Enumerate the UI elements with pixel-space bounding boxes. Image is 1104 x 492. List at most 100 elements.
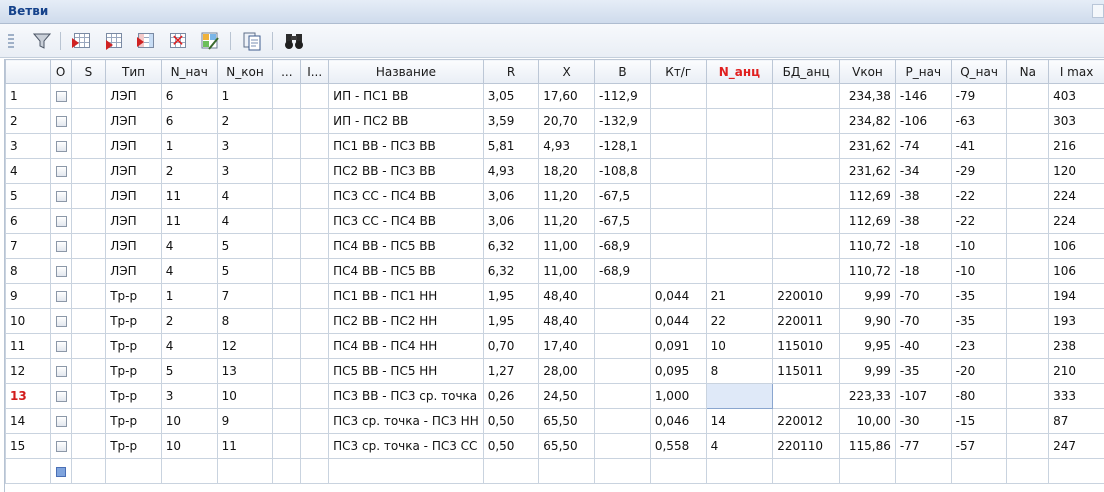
cell-na[interactable] — [1006, 308, 1050, 334]
cell-b[interactable] — [594, 383, 651, 409]
cell-i[interactable] — [300, 208, 330, 234]
cell-r[interactable]: 5,81 — [482, 133, 540, 159]
table-row[interactable]: 2 ЛЭП 6 2 ИП - ПС2 ВВ 3,59 20,70 -132,9 234,82 -1… — [5, 108, 1104, 134]
row-number[interactable]: 4 — [5, 158, 51, 184]
cell-ellipsis[interactable] — [272, 108, 302, 134]
checkbox[interactable] — [55, 416, 67, 427]
new-row-cell[interactable] — [300, 458, 330, 484]
cell-x[interactable]: 20,70 — [538, 108, 596, 134]
row-checkbox-o[interactable] — [49, 208, 72, 234]
cell-x[interactable]: 18,20 — [538, 158, 596, 184]
cell-s[interactable] — [70, 433, 107, 459]
cell-b[interactable] — [594, 283, 651, 309]
new-row-cell[interactable] — [160, 458, 218, 484]
cell-ktg[interactable] — [649, 83, 707, 109]
cell-q-start[interactable]: -41 — [950, 133, 1008, 159]
new-row-cell[interactable] — [594, 458, 651, 484]
cell-name[interactable]: ПС3 ср. точка - ПС3 НН — [328, 408, 484, 434]
cell-vkon[interactable]: 110,72 — [839, 233, 896, 259]
cell-n-anc[interactable]: 10 — [705, 333, 774, 359]
table-row[interactable]: 13 Тр-р 3 10 ПС3 ВВ - ПС3 ср. точка 0,26 24,50… — [5, 383, 1104, 409]
cell-x[interactable]: 17,40 — [538, 333, 596, 359]
cell-q-start[interactable]: -20 — [950, 358, 1008, 384]
cell-imax[interactable]: 120 — [1048, 158, 1104, 184]
cell-n-anc[interactable] — [705, 158, 774, 184]
row-number[interactable]: 8 — [5, 258, 51, 284]
cell-b[interactable]: -112,9 — [594, 83, 651, 109]
cell-bd-anc[interactable]: 115011 — [772, 358, 841, 384]
cell-i[interactable] — [300, 358, 330, 384]
cell-r[interactable]: 4,93 — [482, 158, 540, 184]
cell-bd-anc[interactable]: 115010 — [772, 333, 841, 359]
cell-r[interactable]: 0,50 — [482, 408, 540, 434]
cell-i[interactable] — [300, 433, 330, 459]
column-header-p-start[interactable]: P_нач — [894, 59, 952, 84]
cell-imax[interactable]: 224 — [1048, 208, 1104, 234]
checkbox[interactable] — [55, 266, 67, 277]
cell-x[interactable]: 48,40 — [538, 283, 596, 309]
delete-row-button[interactable]: ✕ — [166, 29, 190, 53]
cell-na[interactable] — [1006, 183, 1050, 209]
cell-x[interactable]: 48,40 — [538, 308, 596, 334]
table-row[interactable]: 7 ЛЭП 4 5 ПС4 ВВ - ПС5 ВВ 6,32 11,00 -68,9 110,7… — [5, 233, 1104, 259]
cell-n-start[interactable]: 2 — [160, 308, 218, 334]
cell-imax[interactable]: 403 — [1048, 83, 1104, 109]
cell-vkon[interactable]: 112,69 — [839, 183, 896, 209]
cell-bd-anc[interactable] — [772, 83, 841, 109]
cell-s[interactable] — [70, 233, 107, 259]
new-row-cell[interactable] — [839, 458, 896, 484]
cell-n-start[interactable]: 5 — [160, 358, 218, 384]
cell-n-anc[interactable] — [705, 383, 774, 409]
cell-name[interactable]: ПС1 ВВ - ПС1 НН — [328, 283, 484, 309]
column-header-na[interactable]: Na — [1006, 59, 1050, 84]
add-row-button[interactable] — [102, 29, 126, 53]
cell-r[interactable]: 3,06 — [482, 208, 540, 234]
column-header-q-start[interactable]: Q_нач — [950, 59, 1008, 84]
new-row-cell[interactable] — [272, 458, 302, 484]
column-header-bd-anc[interactable]: БД_анц — [772, 59, 841, 84]
cell-i[interactable] — [300, 83, 330, 109]
cell-n-start[interactable]: 1 — [160, 283, 218, 309]
cell-bd-anc[interactable]: 220012 — [772, 408, 841, 434]
table-row[interactable]: 1 ЛЭП 6 1 ИП - ПС1 ВВ 3,05 17,60 -112,9 234,38 -1… — [5, 83, 1104, 109]
column-header-ktg[interactable]: Кт/г — [649, 59, 707, 84]
cell-na[interactable] — [1006, 108, 1050, 134]
table-row[interactable]: 10 Тр-р 2 8 ПС2 ВВ - ПС2 НН 1,95 48,40 0,044 22 2… — [5, 308, 1104, 334]
new-row-cell[interactable] — [538, 458, 596, 484]
cell-s[interactable] — [70, 83, 107, 109]
cell-ellipsis[interactable] — [272, 158, 302, 184]
cell-n-start[interactable]: 6 — [160, 83, 218, 109]
cell-type[interactable]: ЛЭП — [105, 133, 162, 159]
column-header[interactable] — [5, 59, 51, 84]
cell-x[interactable]: 11,20 — [538, 208, 596, 234]
cell-name[interactable]: ПС4 ВВ - ПС5 ВВ — [328, 233, 484, 259]
cell-n-anc[interactable] — [705, 133, 774, 159]
row-number[interactable]: 14 — [5, 408, 51, 434]
cell-type[interactable]: ЛЭП — [105, 108, 162, 134]
cell-type[interactable]: Тр-р — [105, 333, 162, 359]
cell-i[interactable] — [300, 183, 330, 209]
column-header-n-end[interactable]: N_кон — [216, 59, 274, 84]
cell-b[interactable] — [594, 433, 651, 459]
cell-vkon[interactable]: 9,90 — [839, 308, 896, 334]
cell-type[interactable]: Тр-р — [105, 358, 162, 384]
cell-b[interactable] — [594, 408, 651, 434]
cell-bd-anc[interactable] — [772, 383, 841, 409]
checkbox[interactable] — [55, 191, 67, 202]
cell-bd-anc[interactable] — [772, 108, 841, 134]
cell-s[interactable] — [70, 308, 107, 334]
cell-r[interactable]: 6,32 — [482, 233, 540, 259]
cell-ktg[interactable] — [649, 158, 707, 184]
cell-p-start[interactable]: -38 — [894, 183, 952, 209]
row-checkbox-o[interactable] — [49, 358, 72, 384]
cell-type[interactable]: Тр-р — [105, 308, 162, 334]
cell-ktg[interactable]: 0,091 — [649, 333, 707, 359]
cell-n-start[interactable]: 6 — [160, 108, 218, 134]
cell-type[interactable]: Тр-р — [105, 383, 162, 409]
cell-imax[interactable]: 210 — [1048, 358, 1104, 384]
cell-i[interactable] — [300, 283, 330, 309]
toolbar-grip[interactable] — [8, 34, 14, 50]
cell-i[interactable] — [300, 383, 330, 409]
cell-q-start[interactable]: -29 — [950, 158, 1008, 184]
cell-i[interactable] — [300, 158, 330, 184]
